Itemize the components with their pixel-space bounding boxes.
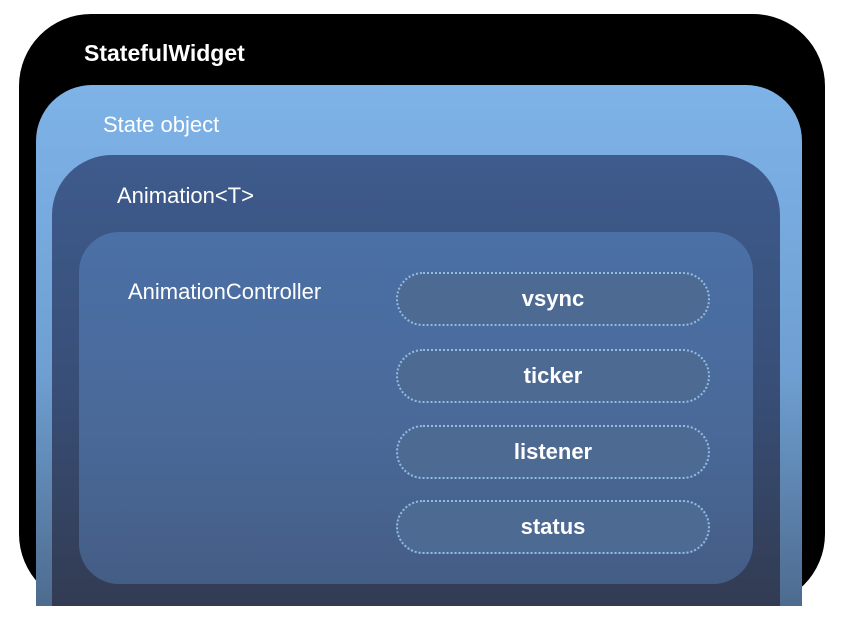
state-object-label: State object: [103, 112, 220, 137]
stateful-widget-label: StatefulWidget: [84, 40, 245, 66]
animation-controller-label: AnimationController: [128, 279, 322, 304]
status-pill: status: [396, 500, 710, 554]
ticker-pill: ticker: [396, 349, 710, 403]
listener-pill: listener: [396, 425, 710, 479]
vsync-pill: vsync: [396, 272, 710, 326]
animation-label: Animation<T>: [117, 183, 254, 208]
